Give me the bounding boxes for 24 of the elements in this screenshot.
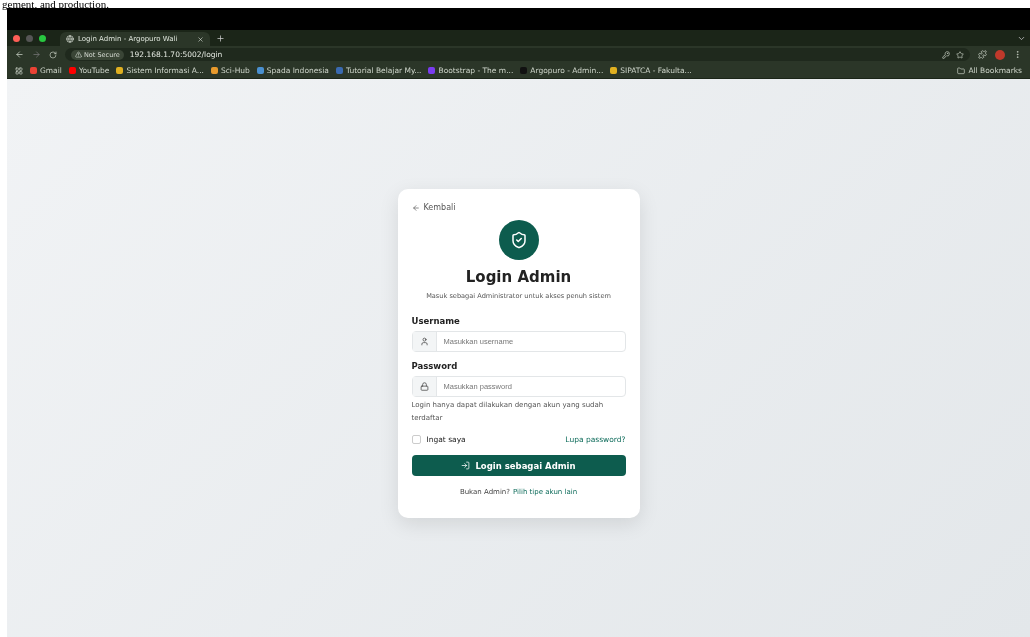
menu-icon[interactable] bbox=[1013, 50, 1022, 59]
document-text: gement, and production. bbox=[1, 0, 110, 8]
extensions-icon[interactable] bbox=[978, 50, 987, 59]
field-label: Password bbox=[411, 361, 459, 371]
key-icon[interactable] bbox=[942, 50, 950, 59]
login-title: Login Admin bbox=[464, 268, 573, 286]
reload-icon[interactable] bbox=[49, 50, 57, 59]
login-icon bbox=[461, 461, 471, 470]
back-link[interactable]: Kembali bbox=[411, 203, 456, 212]
back-icon[interactable] bbox=[15, 50, 24, 59]
close-icon[interactable] bbox=[197, 35, 204, 43]
back-arrow-icon bbox=[411, 203, 420, 212]
field-label: Username bbox=[411, 316, 461, 326]
user-icon bbox=[419, 337, 429, 346]
login-button[interactable]: Login sebagai Admin bbox=[411, 455, 626, 476]
globe-icon bbox=[66, 35, 74, 43]
star-icon[interactable] bbox=[956, 50, 964, 59]
maximize-window-icon[interactable] bbox=[39, 34, 46, 42]
apps-icon[interactable] bbox=[15, 66, 23, 75]
lock-icon bbox=[419, 382, 429, 391]
close-window-icon[interactable] bbox=[13, 34, 20, 42]
new-tab-icon[interactable] bbox=[216, 33, 225, 43]
shield-check-icon bbox=[498, 220, 539, 260]
folder-icon bbox=[957, 66, 966, 75]
